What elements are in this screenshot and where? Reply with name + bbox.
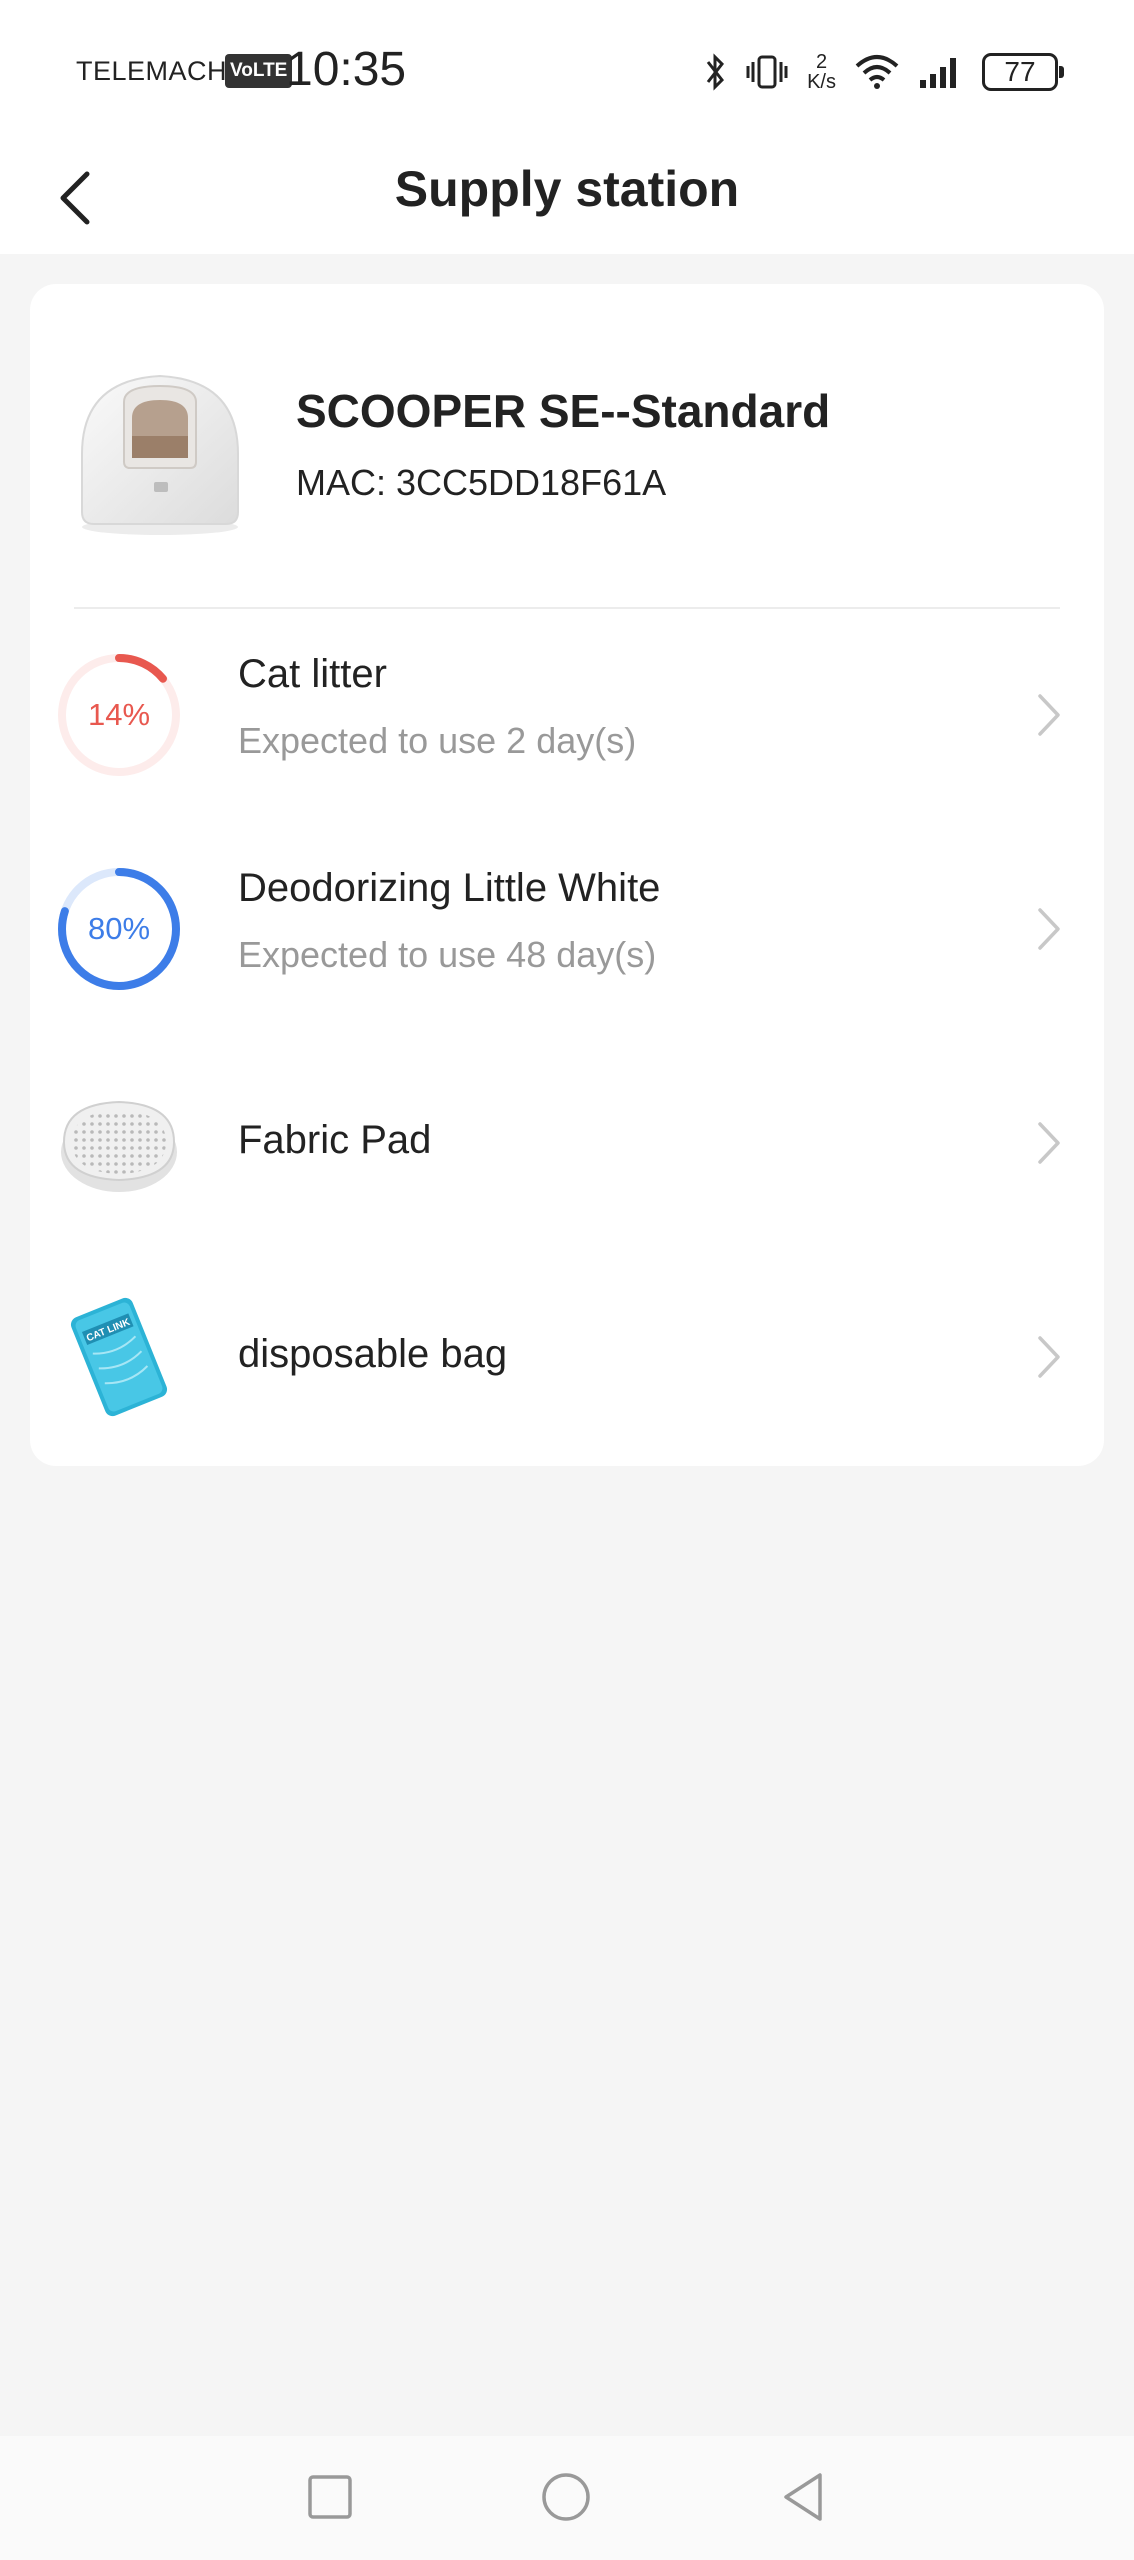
recent-apps-button[interactable] [295, 2462, 365, 2532]
app-bar: Supply station [0, 140, 1134, 254]
square-icon [308, 2475, 352, 2519]
page-title: Supply station [394, 161, 740, 217]
disposable-bag-image: CAT LINK [70, 1297, 168, 1417]
triangle-back-icon [784, 2473, 822, 2521]
supply-item-disposable-bag[interactable]: CAT LINK disposable bag [30, 1250, 1104, 1464]
supply-item-cat-litter[interactable]: 14% Cat litter Expected to use 2 day(s) [30, 608, 1104, 822]
network-speed: 2 K/s [807, 51, 836, 93]
deodorizing-title: Deodorizing Little White [238, 866, 661, 910]
carrier-label: TELEMACH [76, 56, 228, 86]
clock: 10:35 [286, 43, 407, 96]
cat-litter-progress-ring: 14% [56, 652, 182, 778]
deodorizing-progress-ring: 80% [56, 866, 182, 992]
cat-litter-title: Cat litter [238, 652, 387, 696]
deodorizing-percent: 80% [87, 911, 151, 946]
deodorizing-expected: Expected to use 48 day(s) [238, 934, 657, 975]
fabric-pad-image [61, 1100, 177, 1192]
device-name: SCOOPER SE--Standard [296, 385, 831, 437]
supply-item-fabric-pad[interactable]: Fabric Pad [30, 1036, 1104, 1250]
status-icons: 2 K/s 77 [703, 48, 1064, 96]
battery-indicator: 77 [982, 53, 1064, 91]
chevron-right-icon [1038, 1336, 1060, 1378]
device-image [81, 374, 239, 535]
signal-icon [920, 58, 956, 88]
chevron-right-icon [1038, 1122, 1060, 1164]
chevron-right-icon [1038, 908, 1060, 950]
bluetooth-icon [706, 53, 725, 91]
fabric-pad-title: Fabric Pad [238, 1118, 432, 1162]
chevron-right-icon [1038, 694, 1060, 736]
cat-litter-percent: 14% [87, 697, 151, 732]
system-nav-bar [0, 2436, 1134, 2560]
circle-icon [542, 2473, 590, 2521]
device-header: SCOOPER SE--Standard MAC: 3CC5DD18F61A [30, 284, 1104, 608]
disposable-bag-title: disposable bag [238, 1332, 508, 1376]
home-button[interactable] [531, 2462, 601, 2532]
wifi-icon [855, 55, 899, 89]
status-bar: TELEMACH VoLTE 10:35 2 K/s 77 [0, 0, 1134, 140]
vibrate-icon [746, 55, 788, 89]
cat-litter-expected: Expected to use 2 day(s) [238, 720, 637, 761]
supply-item-deodorizing[interactable]: 80% Deodorizing Little White Expected to… [30, 822, 1104, 1036]
volte-badge: VoLTE [225, 54, 293, 88]
device-mac: MAC: 3CC5DD18F61A [296, 462, 667, 503]
supply-card: SCOOPER SE--Standard MAC: 3CC5DD18F61A 1… [30, 284, 1104, 1466]
back-nav-button[interactable] [768, 2462, 838, 2532]
